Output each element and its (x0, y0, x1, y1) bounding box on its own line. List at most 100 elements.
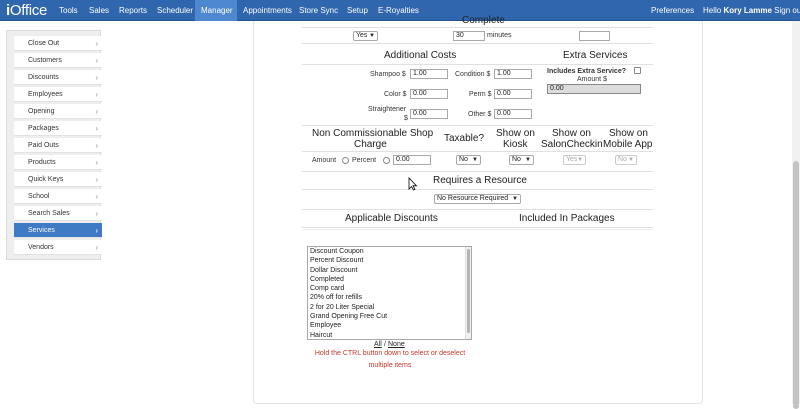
sidebar-item-quick-keys[interactable]: Quick Keys › (14, 172, 102, 187)
nav-store-sync[interactable]: Store Sync (293, 0, 344, 21)
app-logo[interactable]: iOffice (6, 1, 47, 21)
condition-input[interactable]: 1.00 (494, 69, 532, 79)
list-item[interactable]: Completed (308, 275, 471, 284)
sidebar-item-paid-outs[interactable]: Paid Outs › (14, 138, 102, 153)
select-none-link[interactable]: None (388, 341, 405, 348)
chevron-right-icon: › (95, 192, 98, 201)
straightener-input[interactable]: 0.00 (410, 109, 448, 119)
sign-out-link[interactable]: Sign out (774, 6, 800, 15)
nav-preferences[interactable]: Preferences (645, 0, 700, 21)
straightener-label: Straightener (368, 106, 407, 113)
chevron-right-icon: › (95, 243, 98, 252)
chevron-right-icon: › (95, 175, 98, 184)
sidebar-item-products[interactable]: Products › (14, 155, 102, 170)
shop-charge-input[interactable]: 0.00 (393, 155, 431, 165)
nav-appointments[interactable]: Appointments (237, 0, 298, 21)
nav-tools[interactable]: Tools (53, 0, 84, 21)
complete-heading: Complete (462, 15, 505, 26)
resource-select[interactable]: No Resource Required ▼ (434, 194, 521, 204)
mobile-app-select: No ▼ (615, 155, 637, 165)
shampoo-label: Shampoo $ (370, 71, 406, 78)
list-item[interactable]: Discount Coupon (308, 247, 471, 256)
divider (302, 189, 653, 190)
sidebar-item-discounts[interactable]: Discounts › (14, 70, 102, 85)
chevron-down-icon: ▼ (512, 196, 518, 202)
percent-radio[interactable] (383, 157, 390, 164)
divider (302, 171, 653, 172)
chevron-down-icon: ▼ (628, 157, 634, 163)
list-item[interactable]: Percent Discount (308, 256, 471, 265)
sidebar-item-school[interactable]: School › (14, 189, 102, 204)
kiosk-heading-line2: Kiosk (503, 139, 528, 150)
complete-select[interactable]: Yes ▼ (353, 31, 378, 41)
sidebar-item-services[interactable]: Services › (14, 223, 102, 238)
extra-services-heading: Extra Services (563, 50, 628, 61)
saloncheckin-heading-line2: SalonCheckin (541, 139, 603, 150)
nav-sales[interactable]: Sales (83, 0, 115, 21)
ncsc-heading-line1: Non Commissionable Shop (312, 128, 434, 139)
top-nav: iOffice Tools Sales Reports Scheduler Ma… (0, 0, 800, 21)
shampoo-input[interactable]: 1.00 (410, 69, 448, 79)
color-input[interactable]: 0.00 (410, 89, 448, 99)
straightener-dollar-label: $ (404, 115, 408, 122)
sidebar-item-vendors[interactable]: Vendors › (14, 240, 102, 255)
nav-scheduler[interactable]: Scheduler (151, 0, 199, 21)
discounts-listbox[interactable]: Discount Coupon Percent Discount Dollar … (307, 246, 472, 340)
included-packages-heading: Included In Packages (519, 213, 615, 224)
perm-input[interactable]: 0.00 (494, 89, 532, 99)
user-name: Kory Lamme (723, 6, 772, 15)
includes-extra-checkbox[interactable] (634, 67, 641, 74)
kiosk-select[interactable]: No ▼ (509, 155, 534, 165)
taxable-select[interactable]: No ▼ (456, 155, 481, 165)
nav-manager[interactable]: Manager (195, 0, 237, 21)
nav-reports[interactable]: Reports (113, 0, 153, 21)
divider (302, 64, 653, 65)
chevron-down-icon: ▼ (369, 33, 375, 39)
service-form-panel (253, 21, 703, 404)
amount-radio[interactable] (342, 157, 349, 164)
chevron-down-icon: ▼ (525, 157, 531, 163)
ncsc-heading-line2: Charge (354, 139, 387, 150)
extra-amount-input[interactable]: 0.00 (547, 84, 641, 94)
saloncheckin-select: Yes ▼ (563, 155, 586, 165)
sidebar-item-opening[interactable]: Opening › (14, 104, 102, 119)
nav-e-royalties[interactable]: E-Royalties (372, 0, 425, 21)
list-item[interactable]: Comp card (308, 284, 471, 293)
sidebar-item-packages[interactable]: Packages › (14, 121, 102, 136)
page-scrollbar[interactable] (792, 21, 800, 409)
minutes-input[interactable]: 30 (453, 31, 485, 41)
chevron-right-icon: › (95, 56, 98, 65)
sidebar-item-search-sales[interactable]: Search Sales › (14, 206, 102, 221)
nav-setup[interactable]: Setup (341, 0, 374, 21)
page-scroll-thumb[interactable] (793, 161, 799, 409)
mobile-heading-line2: Mobile App (603, 139, 653, 150)
divider (302, 151, 653, 152)
chevron-right-icon: › (95, 73, 98, 82)
other-label: Other $ (468, 111, 492, 118)
other-input[interactable]: 0.00 (494, 109, 532, 119)
sidebar: Close Out › Customers › Discounts › Employe… (6, 30, 102, 260)
select-all-link[interactable]: All (374, 341, 382, 348)
chevron-right-icon: › (95, 107, 98, 116)
divider (302, 229, 653, 230)
divider (302, 227, 653, 228)
percent-radio-label: Percent (352, 157, 377, 164)
sidebar-item-customers[interactable]: Customers › (14, 53, 102, 68)
list-item[interactable]: Employee (308, 321, 471, 330)
chevron-down-icon: ▼ (577, 157, 583, 163)
ctrl-hint-line2: multiple items (368, 362, 412, 369)
saloncheckin-heading-line1: Show on (552, 128, 591, 139)
includes-extra-label: Includes Extra Service? (547, 68, 626, 75)
sidebar-item-close-out[interactable]: Close Out › (14, 36, 102, 51)
sidebar-item-employees[interactable]: Employees › (14, 87, 102, 102)
list-item[interactable]: Haircut (308, 331, 471, 339)
list-item[interactable]: Dollar Discount (308, 266, 471, 275)
listbox-scroll-thumb[interactable] (467, 249, 470, 333)
link-separator: / (384, 341, 386, 348)
mouse-cursor-icon (408, 177, 418, 191)
list-item[interactable]: 2 for 20 Liter Special (308, 303, 471, 312)
extra-minutes-input[interactable] (579, 31, 610, 41)
list-item[interactable]: 20% off for refills (308, 293, 471, 302)
list-item[interactable]: Grand Opening Free Cut (308, 312, 471, 321)
listbox-scrollbar[interactable] (465, 247, 471, 339)
